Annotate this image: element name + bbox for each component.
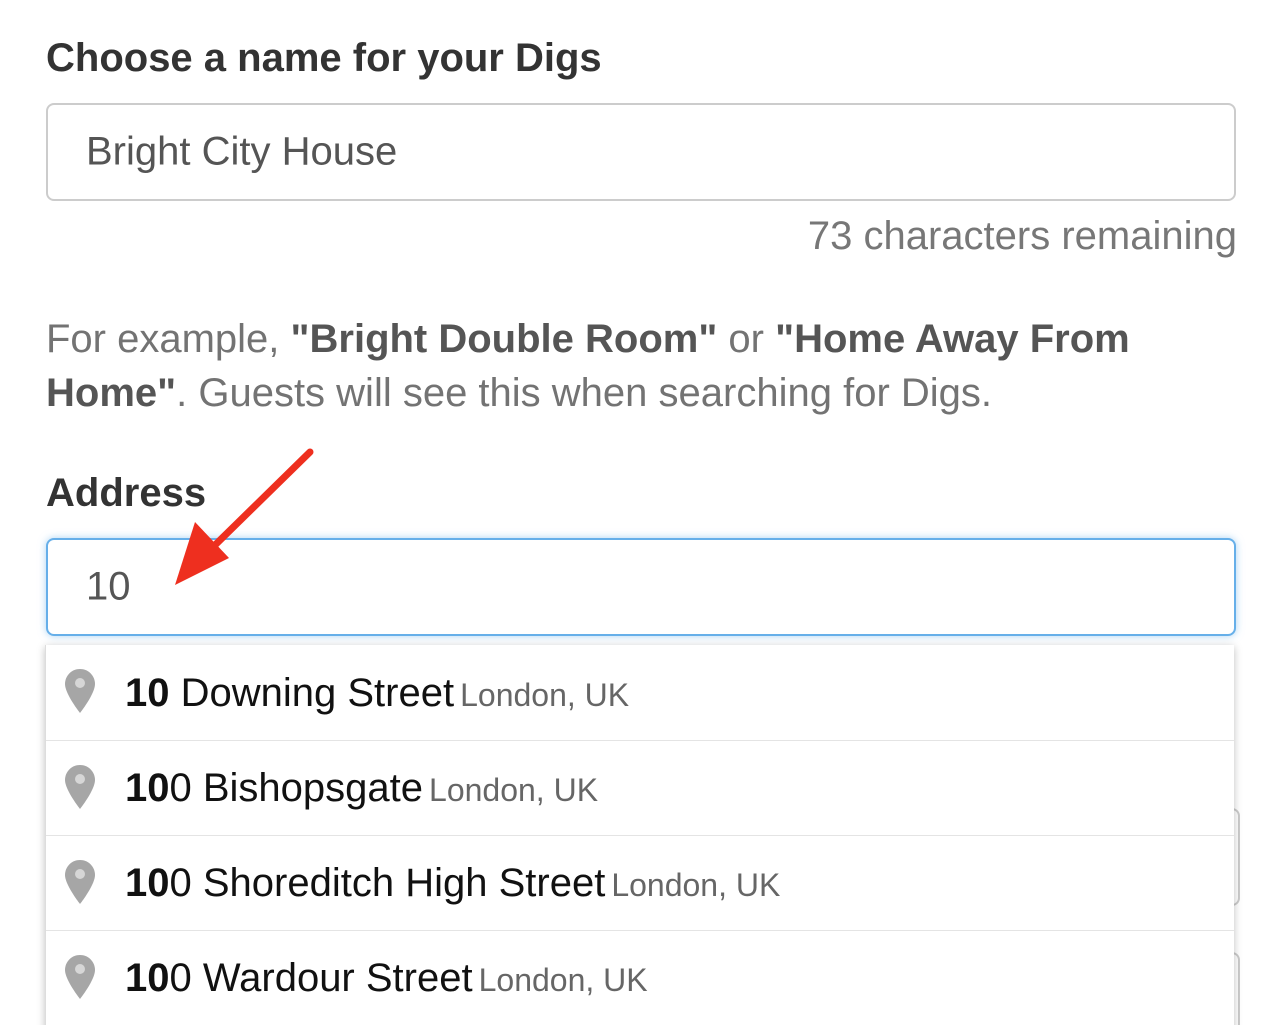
suggestion-city: London, UK [611, 867, 781, 903]
help-suffix: . Guests will see this when searching fo… [176, 371, 993, 415]
help-middle: or [717, 317, 776, 361]
suggestion-match: 10 [125, 670, 170, 715]
suggestion-text: 100 Shoreditch High Street London, UK [125, 863, 780, 903]
listing-form: Choose a name for your Digs Bright City … [0, 0, 1284, 1025]
map-pin-icon [65, 765, 95, 809]
map-pin-icon [65, 669, 95, 713]
suggestion-item[interactable]: 100 Bishopsgate London, UK [46, 740, 1234, 835]
suggestion-city: London, UK [460, 676, 630, 713]
suggestion-text: 10 Downing Street London, UK [125, 673, 629, 713]
address-input-value: 10 [86, 564, 131, 609]
address-input[interactable]: 10 [46, 538, 1236, 636]
suggestion-street: 0 Wardour Street [169, 956, 473, 1000]
suggestion-item[interactable]: 10 Downing Street London, UK [46, 645, 1234, 740]
suggestion-street: Downing Street [169, 670, 455, 715]
name-input[interactable]: Bright City House [46, 103, 1236, 201]
suggestion-match: 10 [125, 861, 170, 905]
address-label: Address [46, 471, 207, 515]
suggestion-city: London, UK [429, 772, 599, 808]
name-label: Choose a name for your Digs [46, 36, 602, 80]
suggestion-match: 10 [125, 956, 170, 1000]
map-pin-icon [65, 955, 95, 999]
suggestion-street: 0 Shoreditch High Street [169, 861, 606, 905]
characters-remaining: 73 characters remaining [807, 214, 1237, 258]
suggestion-match: 10 [125, 766, 170, 810]
help-example-1: "Bright Double Room" [290, 317, 718, 361]
map-pin-icon [65, 860, 95, 904]
name-help-text: For example, "Bright Double Room" or "Ho… [46, 312, 1236, 420]
suggestion-text: 100 Bishopsgate London, UK [125, 768, 598, 808]
name-input-value: Bright City House [86, 129, 398, 174]
suggestion-item[interactable]: 100 Wardour Street London, UK [46, 930, 1234, 1025]
address-suggestions: 10 Downing Street London, UK 100 Bishopsg… [45, 645, 1234, 1025]
suggestion-city: London, UK [478, 962, 648, 998]
suggestion-street: 0 Bishopsgate [169, 766, 424, 810]
suggestion-item[interactable]: 100 Shoreditch High Street London, UK [46, 835, 1234, 930]
help-prefix: For example, [46, 317, 291, 361]
suggestion-text: 100 Wardour Street London, UK [125, 958, 648, 998]
